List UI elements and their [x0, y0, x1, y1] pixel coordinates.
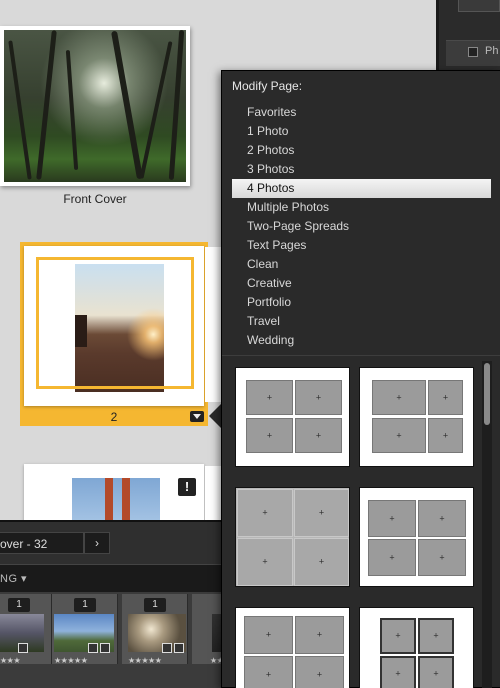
filmstrip-cell[interactable]: 1 ★★★ — [0, 594, 52, 665]
menu-item-portfolio[interactable]: Portfolio — [222, 293, 500, 312]
facing-page-edge — [205, 466, 221, 520]
cover-type-select[interactable]: over - 32 — [0, 532, 84, 554]
page-3-thumbnail[interactable] — [24, 464, 204, 524]
sort-order-menu[interactable]: NG ▾ — [0, 572, 27, 585]
page-2-card[interactable]: 2 — [20, 242, 208, 426]
layout-category-menu: Favorites 1 Photo 2 Photos 3 Photos 4 Ph… — [222, 103, 500, 350]
layout-template-tile[interactable] — [235, 487, 350, 587]
menu-divider — [222, 355, 500, 356]
modify-page-popup: Modify Page: Favorites 1 Photo 2 Photos … — [221, 70, 500, 688]
menu-item-two-page-spreads[interactable]: Two-Page Spreads — [222, 217, 500, 236]
usage-count-badge: 1 — [144, 598, 166, 612]
menu-item-multiple-photos[interactable]: Multiple Photos — [222, 198, 500, 217]
menu-item-clean[interactable]: Clean — [222, 255, 500, 274]
page-number: 2 — [110, 410, 118, 424]
menu-item-travel[interactable]: Travel — [222, 312, 500, 331]
thumbnail-badge-icons — [88, 640, 112, 653]
layout-template-tile[interactable] — [235, 607, 350, 688]
front-cover-label: Front Cover — [63, 192, 127, 206]
layouts-scrollbar-thumb[interactable] — [484, 363, 490, 425]
thumbnail-badge-icons — [162, 640, 186, 653]
page-selection-outline — [36, 257, 194, 389]
menu-item-4-photos[interactable]: 4 Photos — [232, 179, 491, 198]
filmstrip-cell[interactable]: 1 ★★★★★ — [52, 594, 118, 665]
menu-item-2-photos[interactable]: 2 Photos — [222, 141, 500, 160]
usage-count-badge: 1 — [8, 598, 30, 612]
filmstrip-cell[interactable]: 1 ★★★★★ — [122, 594, 188, 665]
menu-item-text-pages[interactable]: Text Pages — [222, 236, 500, 255]
right-panel-option-label: Ph — [485, 45, 499, 57]
layout-thumbnails-grid — [222, 361, 500, 688]
thumbnail-badge-icons — [18, 640, 42, 653]
popup-title: Modify Page: — [232, 79, 303, 93]
page-2-thumbnail[interactable] — [24, 246, 204, 406]
warning-icon[interactable]: ! — [178, 478, 196, 496]
menu-item-1-photo[interactable]: 1 Photo — [222, 122, 500, 141]
front-cover-thumbnail[interactable] — [0, 26, 190, 186]
usage-count-badge: 1 — [74, 598, 96, 612]
popup-pointer — [209, 404, 221, 428]
rating-stars: ★★★★★ — [54, 656, 88, 665]
layout-template-tile[interactable] — [359, 487, 474, 587]
rating-stars: ★★★★★ — [128, 656, 162, 665]
page-menu-dropdown-button[interactable] — [190, 411, 204, 422]
next-page-button[interactable]: › — [84, 532, 110, 554]
menu-item-creative[interactable]: Creative — [222, 274, 500, 293]
menu-item-favorites[interactable]: Favorites — [222, 103, 500, 122]
right-panel-checkbox[interactable] — [468, 47, 478, 57]
layout-template-tile[interactable] — [359, 367, 474, 467]
layout-template-tile[interactable] — [359, 607, 474, 688]
menu-item-3-photos[interactable]: 3 Photos — [222, 160, 500, 179]
layout-template-tile[interactable] — [235, 367, 350, 467]
facing-page-edge — [205, 247, 221, 402]
menu-item-wedding[interactable]: Wedding — [222, 331, 500, 350]
right-panel-header — [458, 0, 500, 12]
forest-photo — [4, 30, 186, 182]
bridge-photo — [72, 478, 160, 524]
rating-stars: ★★★ — [0, 656, 21, 665]
